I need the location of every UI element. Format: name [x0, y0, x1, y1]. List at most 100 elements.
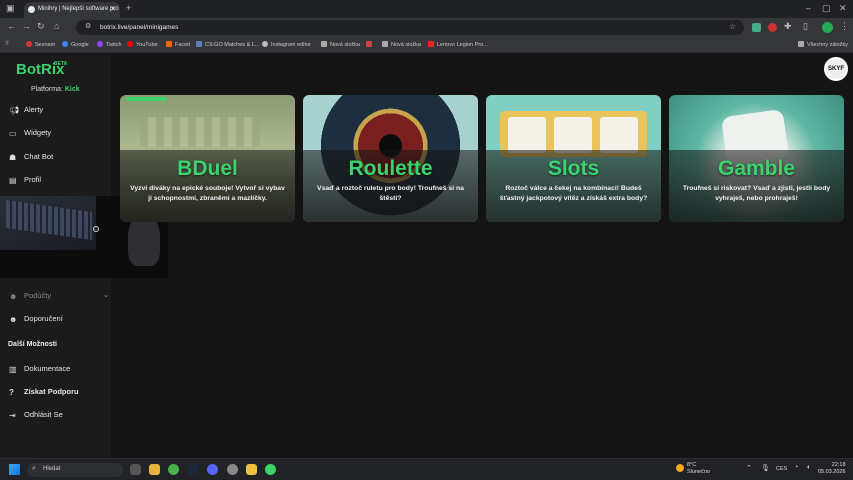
- globe-icon: [262, 41, 268, 47]
- game-title: Slots: [547, 157, 600, 180]
- botrix-app-icon[interactable]: [265, 464, 276, 475]
- apps-grid-icon[interactable]: ⠿: [5, 41, 9, 47]
- all-bookmarks[interactable]: Všechny záložky: [798, 41, 848, 48]
- game-title: BDuel: [177, 157, 238, 180]
- menu-kebab-icon[interactable]: ⋮: [840, 21, 849, 32]
- bookmark-instagram[interactable]: Instagram editor: [262, 41, 311, 48]
- faceit-icon: [166, 41, 172, 47]
- site-info-icon[interactable]: ⚙: [85, 22, 91, 30]
- webcam-hand-image: [128, 216, 160, 266]
- taskbar-search[interactable]: ⌕ Hledat: [27, 463, 123, 477]
- game-description: Vsaď a roztoč ruletu pro body! Troufneš …: [317, 185, 464, 202]
- network-icon[interactable]: ◔: [794, 464, 798, 471]
- sidebar-item-dokumentace[interactable]: ▥ Dokumentace: [9, 364, 70, 374]
- game-card-slots[interactable]: Slots Roztoč válce a čekej na kombinaci!…: [486, 95, 661, 222]
- bookmark-faceit[interactable]: Faceit: [166, 41, 190, 48]
- more-options-heading: Další Možnosti: [8, 341, 58, 348]
- extension-icon[interactable]: [752, 23, 761, 32]
- microphone-icon[interactable]: 🎙︎: [761, 464, 770, 472]
- taskbar-clock[interactable]: 22:18 05.03.2026: [818, 462, 846, 477]
- clock-date: 05.03.2026: [818, 469, 846, 476]
- botrix-logo[interactable]: BotRix BETA: [16, 61, 67, 78]
- game-card-gamble[interactable]: Gamble Troufneš si riskovat? Vsaď a zjis…: [669, 95, 844, 222]
- new-tab-icon[interactable]: +: [126, 3, 131, 13]
- game-card-bduel[interactable]: BDuel Vyzvi diváky na epické souboje! Vy…: [120, 95, 295, 222]
- tab-title: Minihry | Nejlepší software pro: [38, 6, 119, 12]
- sidebar-item-doporuceni[interactable]: ☻ Doporučení: [9, 314, 63, 324]
- profile-avatar-icon[interactable]: [822, 22, 833, 33]
- extension-icon: [366, 41, 372, 47]
- maximize-icon[interactable]: ▢: [822, 3, 831, 14]
- close-tab-icon[interactable]: ✕: [110, 5, 116, 13]
- browser-toolbar: ← → ↻ ⌂ ⚙ botrix.live/panel/minigames ☆ …: [0, 18, 853, 37]
- cursor-ring-icon: [93, 226, 99, 232]
- bookmark-star-icon[interactable]: ☆: [729, 22, 736, 31]
- bookmark-seznam[interactable]: Seznam: [26, 41, 55, 48]
- bookmark-csgo[interactable]: CS:GO Matches & L...: [196, 41, 259, 48]
- address-bar-input[interactable]: ⚙ botrix.live/panel/minigames ☆: [76, 20, 744, 35]
- bookmark-folder-1[interactable]: Nová složka: [321, 41, 360, 48]
- sidebar-item-ziskat-podporu[interactable]: ? Získat Podporu: [9, 387, 79, 397]
- bookmark-youtube[interactable]: YouTube: [127, 41, 158, 48]
- windows-start-icon[interactable]: [9, 464, 20, 475]
- game-description: Roztoč válce a čekej na kombinaci! Budeš…: [499, 185, 648, 202]
- user-avatar[interactable]: SKYF: [824, 57, 848, 81]
- twitch-icon: [97, 41, 103, 47]
- bookmark-google[interactable]: Google: [62, 41, 89, 48]
- robot-icon: ☗: [9, 153, 17, 162]
- sidebar-item-widgety[interactable]: ▭ Widgety: [9, 128, 51, 138]
- extension-red-icon[interactable]: [768, 23, 777, 32]
- users-icon: ☻: [9, 315, 18, 324]
- youtube-icon: [127, 41, 133, 47]
- bookmark-extension[interactable]: [366, 41, 375, 48]
- folder-icon: [798, 41, 804, 47]
- game-title: Roulette: [348, 157, 433, 180]
- sidebar-panel-icon[interactable]: ▯: [803, 21, 808, 32]
- steam-icon[interactable]: [187, 464, 198, 475]
- back-icon[interactable]: ←: [7, 21, 16, 31]
- settings-gear-icon[interactable]: [227, 464, 238, 475]
- sidebar-item-alerty[interactable]: 📢︎ Alerty: [9, 105, 43, 115]
- sidebar-item-odhlasit[interactable]: ⇥ Odhlásit Se: [9, 410, 63, 420]
- minimize-icon[interactable]: –: [806, 3, 811, 13]
- browser-tab-active[interactable]: Minihry | Nejlepší software pro ✕: [24, 2, 120, 18]
- folder-icon: [382, 41, 388, 47]
- close-window-icon[interactable]: ✕: [839, 3, 847, 14]
- game-card-roulette[interactable]: Roulette Vsaď a roztoč ruletu pro body! …: [303, 95, 478, 222]
- game-title: Gamble: [717, 157, 796, 180]
- extensions-puzzle-icon[interactable]: ✚: [784, 21, 792, 32]
- id-card-icon: ▤: [9, 176, 17, 185]
- bookmark-twitch[interactable]: Twitch: [97, 41, 122, 48]
- webcam-keyboard-image: [0, 196, 96, 250]
- volume-icon[interactable]: ◖: [806, 464, 810, 471]
- discord-icon[interactable]: [207, 464, 218, 475]
- sidebar-item-profil[interactable]: ▤ Profil: [9, 175, 41, 185]
- widgets-icon: ▭: [9, 129, 17, 138]
- reload-icon[interactable]: ↻: [37, 21, 45, 32]
- platform-indicator: Platforma: Kick: [31, 86, 80, 93]
- url-text: botrix.live/panel/minigames: [100, 24, 179, 31]
- notes-icon[interactable]: [246, 464, 257, 475]
- users-icon: ☻: [9, 292, 18, 301]
- file-explorer-icon[interactable]: [149, 464, 160, 475]
- bookmark-folder-2[interactable]: Nová složka: [382, 41, 421, 48]
- forward-icon[interactable]: →: [22, 21, 31, 31]
- botrix-page: BotRix BETA Platforma: Kick 📢︎ Alerty ▭ Wi…: [0, 53, 853, 458]
- weather-widget[interactable]: 8°C Slunečno: [676, 462, 710, 476]
- chrome-icon[interactable]: [168, 464, 179, 475]
- question-icon: ?: [9, 388, 14, 397]
- language-indicator[interactable]: CES: [776, 466, 787, 472]
- sidebar-item-poducty[interactable]: ☻ Podúčty ⌄: [9, 290, 109, 301]
- logout-icon: ⇥: [9, 411, 16, 420]
- search-icon: ⌕: [32, 465, 36, 472]
- windows-taskbar: ⌕ Hledat 8°C Slunečno ⌃ 🎙︎ CES ◔ ◖ 22:18…: [0, 458, 853, 480]
- chevron-down-icon: ⌄: [102, 290, 109, 299]
- task-view-icon[interactable]: [130, 464, 141, 475]
- botrix-favicon-icon: [28, 6, 35, 13]
- tab-search-icon[interactable]: ▣: [6, 3, 15, 14]
- home-icon[interactable]: ⌂: [54, 21, 59, 31]
- sidebar-item-chat-bot[interactable]: ☗ Chat Bot: [9, 152, 53, 162]
- bookmark-lenovo[interactable]: Lenovo Legion Pro...: [428, 41, 488, 48]
- sun-icon: [676, 464, 684, 472]
- tray-chevron-up-icon[interactable]: ⌃: [746, 464, 752, 472]
